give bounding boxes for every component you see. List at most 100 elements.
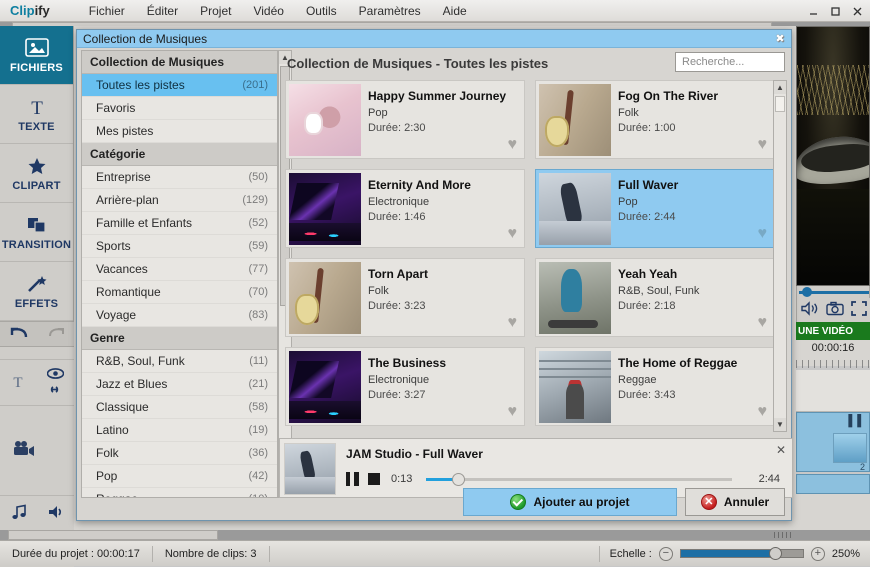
search-input[interactable]: Recherche...	[675, 52, 785, 72]
track-card-selected[interactable]: Full Waver Pop Durée: 2:44 ♥	[535, 169, 775, 248]
favorite-heart-icon[interactable]: ♥	[508, 137, 518, 153]
favorite-heart-icon[interactable]: ♥	[758, 226, 768, 242]
close-icon[interactable]	[846, 2, 868, 20]
track-grid-scrollbar[interactable]: ▲ ▼	[773, 80, 787, 432]
category-jazz-et-blues[interactable]: Jazz et Blues (21)	[82, 373, 277, 396]
minimize-icon[interactable]	[802, 2, 824, 20]
zoom-knob[interactable]	[768, 547, 782, 560]
timeline-band-empty[interactable]	[796, 370, 870, 412]
menu-outils[interactable]: Outils	[295, 0, 348, 22]
zoom-out-button[interactable]: −	[658, 546, 673, 561]
bottom-horizontal-scrollbar[interactable]	[0, 530, 870, 540]
pause-button[interactable]	[346, 472, 359, 486]
track-header-text[interactable]: T	[0, 359, 74, 405]
track-duration: Durée: 2:44	[618, 211, 676, 223]
zoom-in-button[interactable]: +	[810, 546, 825, 561]
timeline-clip-video[interactable]: ▌▌ 2	[796, 412, 870, 472]
favorite-heart-icon[interactable]: ♥	[758, 137, 768, 153]
add-video-banner[interactable]: UNE VIDÉO	[796, 322, 870, 340]
track-card[interactable]: Happy Summer Journey Pop Durée: 2:30 ♥	[285, 80, 525, 159]
category-label: Pop	[96, 469, 118, 483]
preview-scrubber[interactable]	[796, 286, 870, 298]
sidebar-item-texte[interactable]: T TEXTE	[0, 85, 73, 144]
redo-icon[interactable]	[46, 326, 66, 343]
scroll-up-icon[interactable]: ▲	[774, 81, 786, 94]
video-preview[interactable]	[796, 26, 870, 286]
menu-parametres[interactable]: Paramètres	[348, 0, 432, 22]
category-vacances[interactable]: Vacances (77)	[82, 258, 277, 281]
category-romantique[interactable]: Romantique (70)	[82, 281, 277, 304]
sidebar-label: TEXTE	[18, 120, 55, 133]
category-entreprise[interactable]: Entreprise (50)	[82, 166, 277, 189]
player-progress-slider[interactable]	[426, 473, 732, 486]
menu-fichier[interactable]: Fichier	[78, 0, 136, 22]
zoom-slider[interactable]	[679, 547, 804, 560]
menu-editer[interactable]: Éditer	[136, 0, 189, 22]
tracks-pane: Collection de Musiques - Toutes les pist…	[279, 48, 793, 522]
track-card[interactable]: Torn Apart Folk Durée: 3:23 ♥	[285, 258, 525, 337]
favorite-heart-icon[interactable]: ♥	[508, 404, 518, 420]
favorite-heart-icon[interactable]: ♥	[508, 315, 518, 331]
stop-button[interactable]	[368, 473, 380, 485]
favorite-heart-icon[interactable]: ♥	[508, 226, 518, 242]
sidebar-item-clipart[interactable]: CLIPART	[0, 144, 73, 203]
track-info: Happy Summer Journey Pop Durée: 2:30	[368, 89, 518, 134]
progress-knob[interactable]	[452, 473, 465, 486]
track-card[interactable]: Eternity And More Electronique Durée: 1:…	[285, 169, 525, 248]
category-arriere-plan[interactable]: Arrière-plan (129)	[82, 189, 277, 212]
close-icon[interactable]: ✕	[776, 443, 786, 457]
category-latino[interactable]: Latino (19)	[82, 419, 277, 442]
app-logo: Clipify	[10, 3, 50, 18]
track-info: The Home of Reggae Reggae Durée: 3:43	[618, 356, 768, 401]
group-header-categorie: Catégorie	[82, 143, 277, 166]
category-toutes-les-pistes[interactable]: Toutes les pistes (201)	[82, 74, 277, 97]
track-card[interactable]: Fog On The River Folk Durée: 1:00 ♥	[535, 80, 775, 159]
track-header-video[interactable]	[0, 405, 74, 495]
track-card[interactable]: The Business Electronique Durée: 3:27 ♥	[285, 347, 525, 426]
track-card[interactable]: Yeah Yeah R&B, Soul, Funk Durée: 2:18 ♥	[535, 258, 775, 337]
category-pop[interactable]: Pop (42)	[82, 465, 277, 488]
undo-icon[interactable]	[9, 326, 29, 343]
fullscreen-icon[interactable]	[850, 301, 867, 319]
menu-aide[interactable]: Aide	[432, 0, 478, 22]
maximize-icon[interactable]	[824, 2, 846, 20]
scroll-thumb[interactable]	[8, 530, 218, 540]
track-card[interactable]: The Home of Reggae Reggae Durée: 3:43 ♥	[535, 347, 775, 426]
add-to-project-button[interactable]: Ajouter au projet	[463, 488, 677, 516]
camera-icon[interactable]	[825, 301, 844, 319]
menu-projet[interactable]: Projet	[189, 0, 242, 22]
scroll-thumb[interactable]	[775, 96, 785, 112]
category-sports[interactable]: Sports (59)	[82, 235, 277, 258]
category-classique[interactable]: Classique (58)	[82, 396, 277, 419]
sidebar-item-fichiers[interactable]: FICHIERS	[0, 26, 73, 85]
close-icon[interactable]: ✖	[774, 33, 786, 45]
scroll-down-icon[interactable]: ▼	[774, 418, 786, 431]
category-folk[interactable]: Folk (36)	[82, 442, 277, 465]
preview-reeds	[797, 65, 869, 115]
category-voyage[interactable]: Voyage (83)	[82, 304, 277, 327]
resize-grip[interactable]	[774, 532, 792, 538]
category-label: Voyage	[96, 308, 137, 322]
track-header-music[interactable]	[0, 495, 74, 531]
eye-icon[interactable]	[46, 367, 65, 382]
category-mes-pistes[interactable]: Mes pistes	[82, 120, 277, 143]
scrubber-knob[interactable]	[802, 287, 812, 297]
timeline-clip-audio[interactable]	[796, 474, 870, 494]
category-count: (83)	[248, 309, 268, 321]
speaker-icon[interactable]	[800, 301, 819, 319]
sidebar-item-effets[interactable]: EFFETS	[0, 262, 73, 321]
category-favoris[interactable]: Favoris	[82, 97, 277, 120]
link-icon[interactable]	[47, 384, 64, 398]
track-genre: Electronique	[368, 374, 430, 386]
category-reggae[interactable]: Reggae (10)	[82, 488, 277, 497]
favorite-heart-icon[interactable]: ♥	[758, 315, 768, 331]
category-famille-et-enfants[interactable]: Famille et Enfants (52)	[82, 212, 277, 235]
track-genre: Folk	[618, 107, 639, 119]
category-rnb-soul-funk[interactable]: R&B, Soul, Funk (11)	[82, 350, 277, 373]
menu-video[interactable]: Vidéo	[242, 0, 294, 22]
sidebar-item-transition[interactable]: TRANSITION	[0, 203, 73, 262]
cancel-button[interactable]: ✕ Annuler	[685, 488, 785, 516]
favorite-heart-icon[interactable]: ♥	[758, 404, 768, 420]
player-current-time: 0:13	[391, 473, 413, 485]
speaker-icon[interactable]	[47, 504, 65, 523]
